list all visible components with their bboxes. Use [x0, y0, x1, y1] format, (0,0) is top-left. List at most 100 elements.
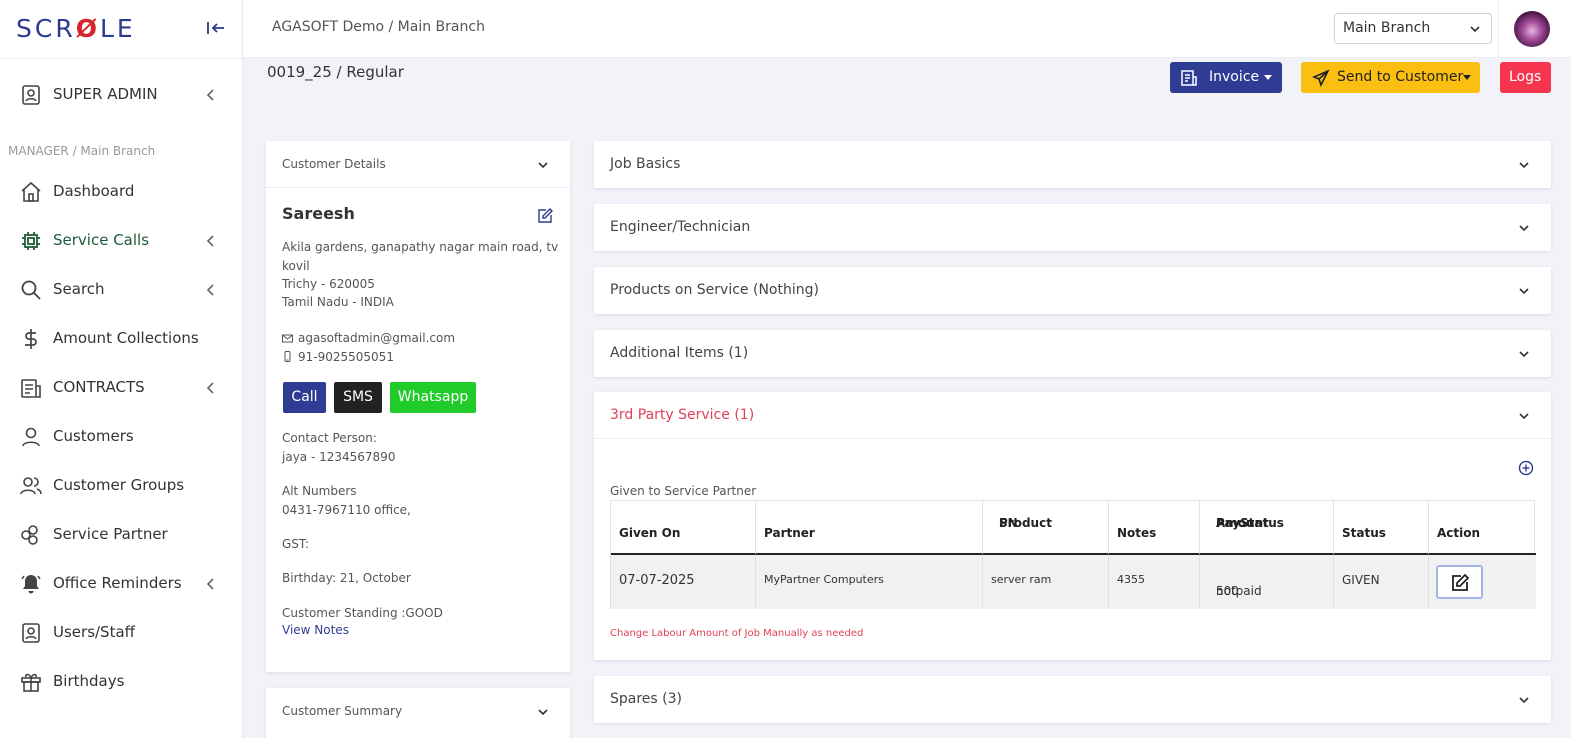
staff-icon: [22, 623, 40, 643]
cpu-icon: [22, 232, 40, 250]
column-header: Partner: [756, 501, 983, 555]
address-line: kovil: [282, 259, 310, 273]
sidebar-item-customer-groups[interactable]: Customer Groups: [0, 464, 243, 508]
sidebar-item-contracts[interactable]: CONTRACTS: [0, 366, 243, 410]
birthday-text: Birthday: 21, October: [282, 571, 411, 585]
avatar[interactable]: [1514, 11, 1550, 47]
accordion-additional-items[interactable]: Additional Items (1): [594, 330, 1551, 377]
sidebar-item-label: Users/Staff: [53, 623, 135, 641]
branch-select[interactable]: Main Branch: [1334, 13, 1492, 44]
sidebar-item-super-admin[interactable]: SUPER ADMIN: [0, 73, 243, 117]
chevron-down-icon: [538, 709, 548, 716]
address-line: Tamil Nadu - INDIA: [282, 295, 394, 309]
sidebar-item-service-calls[interactable]: Service Calls: [0, 219, 243, 263]
call-button[interactable]: Call: [283, 382, 326, 413]
column-header: Action: [1429, 501, 1536, 555]
sidebar-item-dashboard[interactable]: Dashboard: [0, 170, 243, 214]
chevron-down-icon: [1519, 288, 1529, 295]
search-icon: [21, 280, 41, 300]
chevron-left-icon: [206, 89, 214, 101]
view-notes-link[interactable]: View Notes: [282, 623, 349, 637]
accordion-title: Job Basics: [610, 156, 681, 172]
whatsapp-button[interactable]: Whatsapp: [390, 382, 476, 413]
chevron-left-icon: [206, 382, 214, 394]
accordion-title: Products on Service (Nothing): [610, 282, 819, 298]
customer-standing: Customer Standing :GOOD: [282, 606, 443, 620]
logs-button[interactable]: Logs: [1500, 62, 1551, 93]
sidebar-item-label: SUPER ADMIN: [53, 85, 158, 103]
sidebar-item-label: Amount Collections: [53, 329, 199, 347]
sidebar-item-service-partner[interactable]: Service Partner: [0, 513, 243, 557]
caret-down-icon: [1463, 75, 1471, 80]
gift-icon: [21, 673, 41, 692]
accordion-title: 3rd Party Service (1): [610, 407, 755, 423]
card-title: Customer Details: [282, 157, 386, 171]
invoice-icon: [1181, 70, 1197, 86]
address-line: Akila gardens, ganapathy nagar main road…: [282, 240, 559, 254]
phone-icon: [284, 351, 291, 362]
sidebar-item-label: Service Partner: [53, 525, 168, 543]
accordion-engineer[interactable]: Engineer/Technician: [594, 204, 1551, 251]
collapse-sidebar-icon[interactable]: [205, 18, 227, 38]
accordion-title: Additional Items (1): [610, 345, 749, 361]
chevron-down-icon: [1519, 162, 1529, 169]
column-header: Amount PayStatus: [1200, 501, 1334, 555]
table-cell: 07-07-2025: [611, 555, 756, 609]
edit-row-button[interactable]: [1436, 565, 1483, 599]
customer-phone[interactable]: 91-9025505051: [298, 350, 394, 364]
mail-icon: [282, 334, 293, 343]
table-cell: MyPartner Computers: [756, 555, 983, 609]
sidebar-item-users-staff[interactable]: Users/Staff: [0, 611, 243, 655]
gst-label: GST:: [282, 537, 309, 551]
app-logo[interactable]: SCRØLE: [16, 14, 136, 43]
home-icon: [21, 181, 41, 202]
status-text: GIVEN: [1342, 573, 1380, 587]
accordion-job-basics[interactable]: Job Basics: [594, 141, 1551, 188]
chevron-left-icon: [206, 235, 214, 247]
sidebar-item-search[interactable]: Search: [0, 268, 243, 312]
page-title: 0019_25 / Regular: [267, 63, 404, 81]
sidebar-item-label: Birthdays: [53, 672, 125, 690]
sms-button[interactable]: SMS: [334, 382, 382, 413]
invoice-button[interactable]: Invoice: [1170, 62, 1282, 93]
chevron-down-icon: [538, 162, 548, 169]
table-cell: GIVEN: [1334, 555, 1429, 609]
customer-summary-card[interactable]: Customer Summary: [266, 688, 570, 738]
accordion-spares[interactable]: Spares (3): [594, 676, 1551, 723]
column-header: Product SN: [983, 501, 1109, 555]
sidebar-item-label: CONTRACTS: [53, 378, 145, 396]
sidebar-item-customers[interactable]: Customers: [0, 415, 243, 459]
chevron-down-icon: [1519, 413, 1529, 420]
users-icon: [20, 477, 42, 495]
sidebar-item-label: Search: [53, 280, 105, 298]
chevron-left-icon: [206, 578, 214, 590]
table-cell: server ram: [983, 555, 1109, 609]
table-cell: 500 notpaid: [1200, 555, 1334, 609]
edit-icon[interactable]: [537, 208, 553, 224]
accordion-third-party[interactable]: 3rd Party Service (1): [594, 392, 1551, 439]
invoice-button-label: Invoice: [1209, 69, 1260, 85]
dollar-icon: [25, 329, 37, 349]
third-party-table: Given On Partner Product SN Notes Amount P…: [610, 500, 1536, 609]
column-header: Notes: [1109, 501, 1200, 555]
customer-email[interactable]: agasoftadmin@gmail.com: [298, 331, 455, 345]
send-to-customer-button[interactable]: Send to Customer: [1301, 62, 1480, 93]
table-cell: [1429, 555, 1536, 609]
contact-person-label: Contact Person:: [282, 431, 377, 445]
sidebar-item-office-reminders[interactable]: Office Reminders: [0, 562, 243, 606]
sidebar-item-amount-collections[interactable]: Amount Collections: [0, 317, 243, 361]
partner-icon: [21, 525, 38, 545]
chevron-down-icon: [1519, 225, 1529, 232]
accordion-products[interactable]: Products on Service (Nothing): [594, 267, 1551, 314]
customer-details-card: Customer Details Sareesh Akila gardens, …: [266, 141, 570, 672]
user-icon: [22, 427, 40, 447]
sidebar: SCRØLE SUPER ADMIN MANAGER / Main Branch…: [0, 0, 243, 738]
column-header: Status: [1334, 501, 1429, 555]
add-circle-icon[interactable]: [1518, 460, 1534, 476]
sidebar-item-birthdays[interactable]: Birthdays: [0, 660, 243, 704]
customer-details-header[interactable]: Customer Details: [266, 141, 570, 188]
contract-icon: [21, 379, 41, 398]
labour-amount-warning: Change Labour Amount of Job Manually as …: [610, 628, 864, 639]
chevron-down-icon: [1519, 351, 1529, 358]
contact-person: jaya - 1234567890: [282, 450, 396, 464]
